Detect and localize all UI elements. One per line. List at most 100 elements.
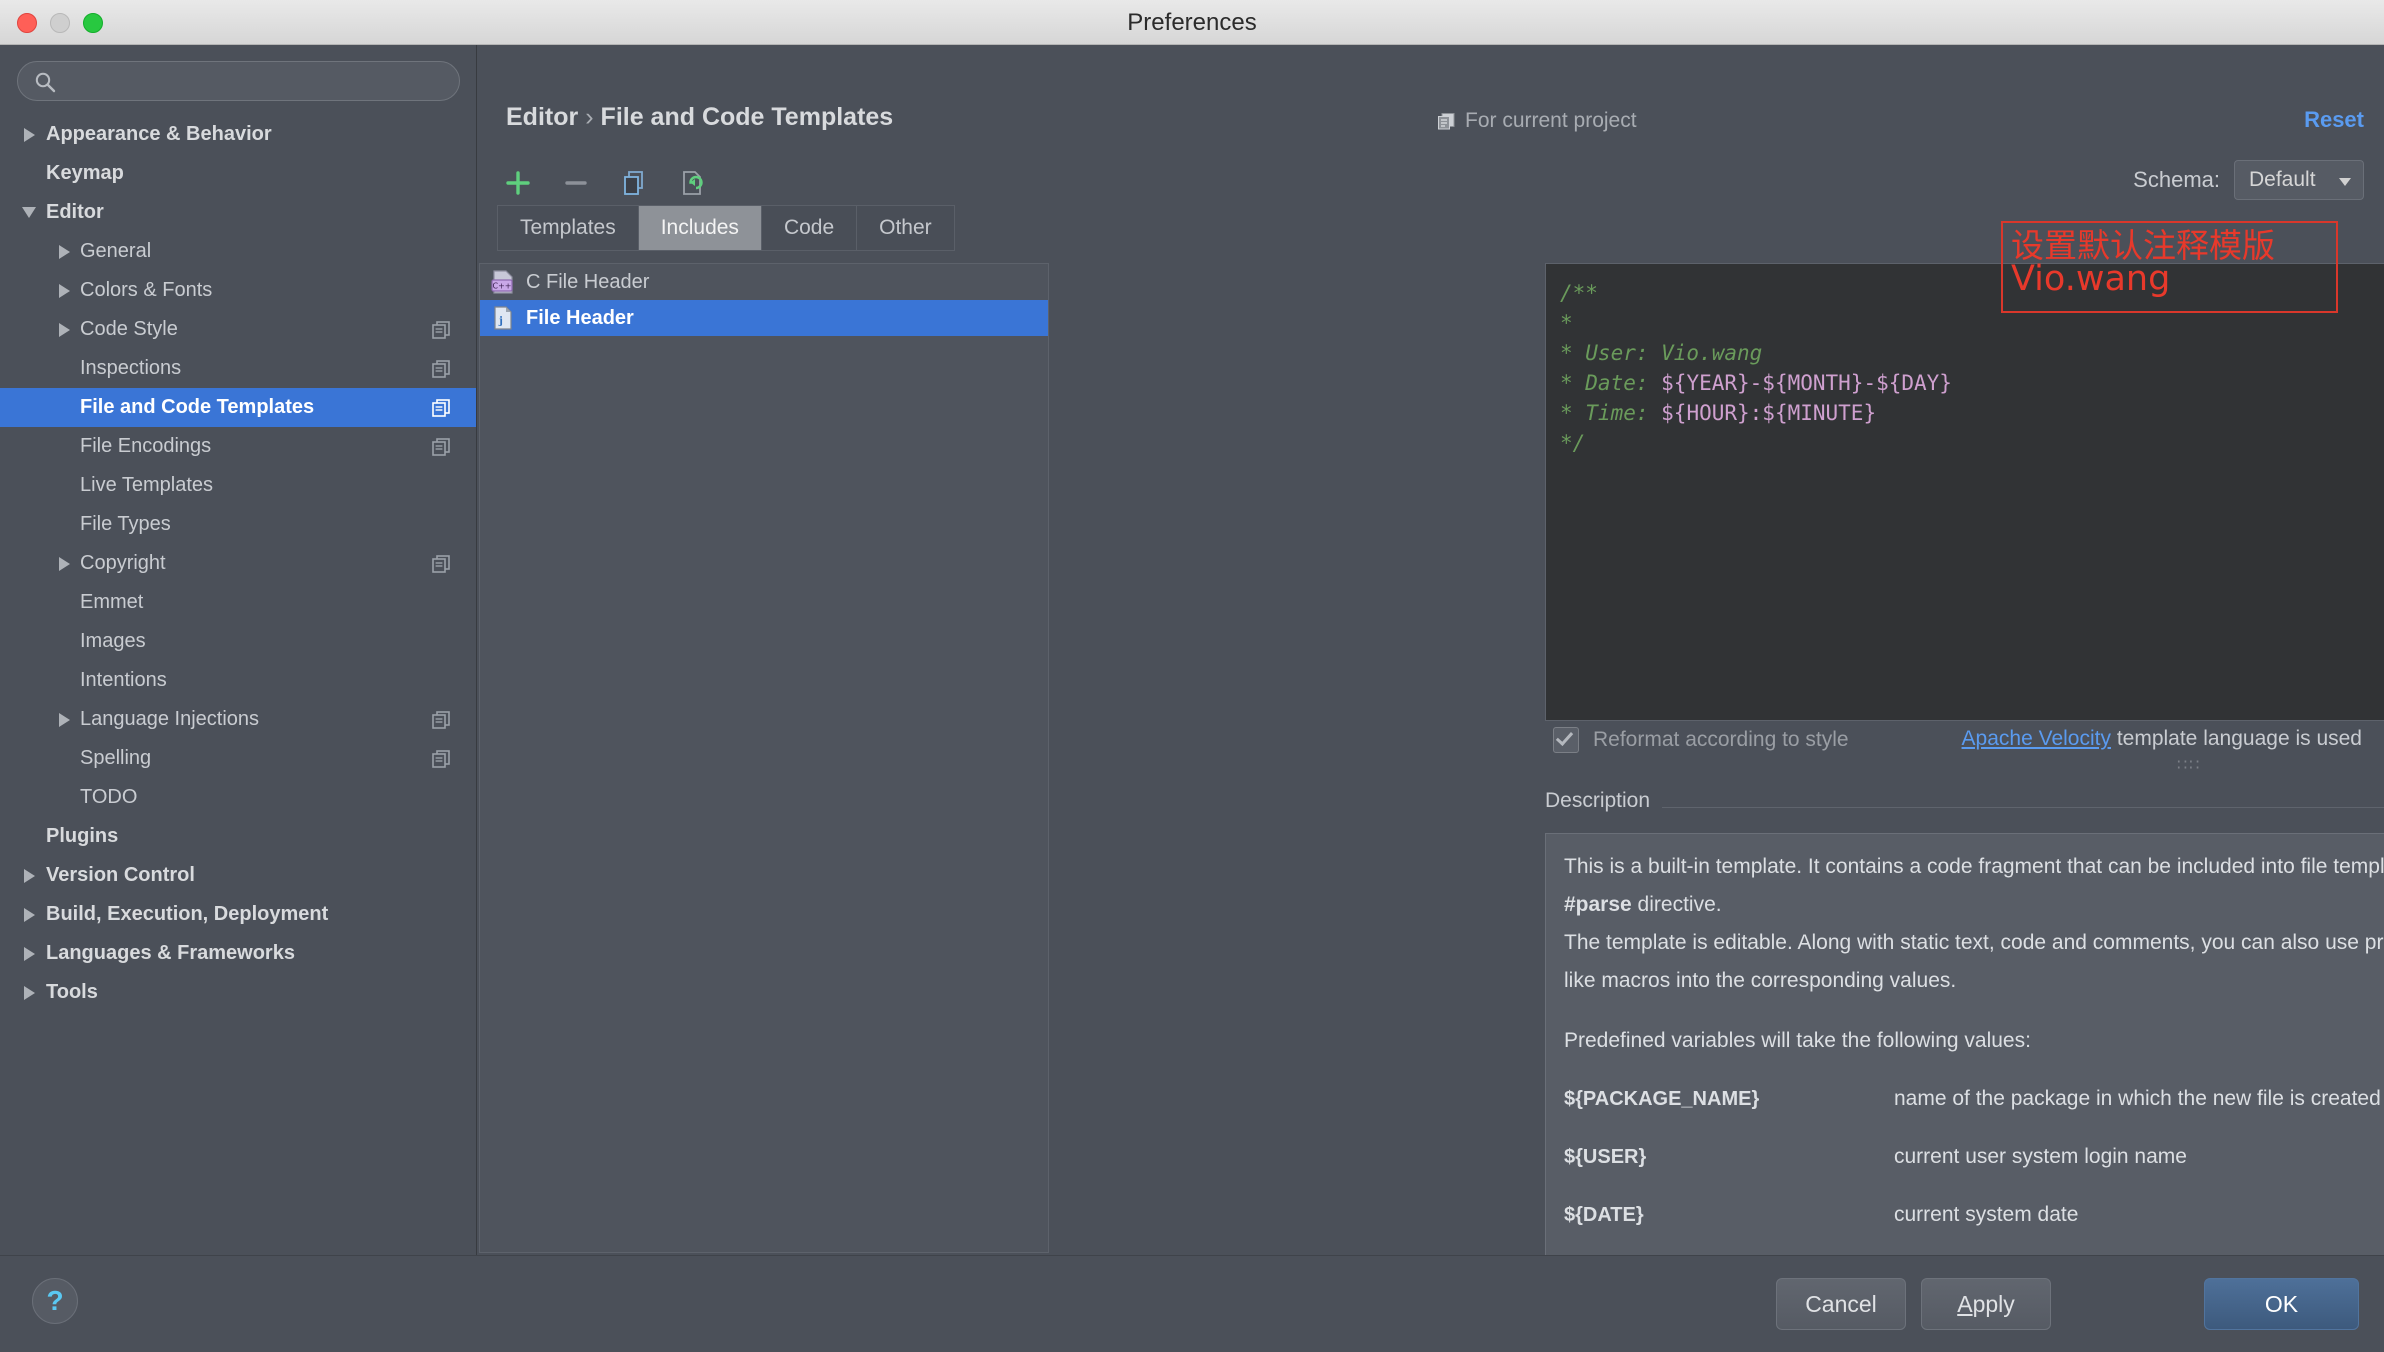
code-line: * User: Vio.wang (1560, 338, 1952, 368)
sidebar-item-label: Build, Execution, Deployment (46, 903, 329, 925)
sidebar-item-inspections[interactable]: Inspections (0, 349, 476, 388)
window-titlebar: Preferences (0, 0, 2384, 45)
sidebar-item-label: General (80, 240, 152, 262)
chevron-right-icon[interactable] (55, 232, 73, 271)
scope-badge-icon (432, 750, 450, 768)
chevron-right-icon[interactable] (55, 310, 73, 349)
text-file-icon: j (494, 306, 512, 330)
settings-tree: Appearance & Behavior Keymap Editor General… (0, 115, 476, 1255)
tab-other[interactable]: Other (857, 205, 955, 251)
breadcrumb-leaf: File and Code Templates (600, 103, 894, 131)
sidebar-item-keymap[interactable]: Keymap (0, 154, 476, 193)
sidebar-item-appearance-behavior[interactable]: Appearance & Behavior (0, 115, 476, 154)
sidebar-item-language-injections[interactable]: Language Injections (0, 700, 476, 739)
chevron-right-icon[interactable] (20, 115, 38, 154)
search-box[interactable] (17, 61, 460, 101)
chevron-down-icon[interactable] (20, 193, 38, 232)
code-token: * Date: (1560, 371, 1662, 395)
sidebar-item-label: TODO (80, 786, 138, 808)
reset-link[interactable]: Reset (2304, 107, 2364, 133)
sidebar-item-colors-fonts[interactable]: Colors & Fonts (0, 271, 476, 310)
template-list-item[interactable]: j File Header (480, 300, 1048, 336)
chevron-right-icon[interactable] (55, 700, 73, 739)
reformat-label: Reformat according to style (1593, 728, 1849, 751)
sidebar-item-label: Emmet (80, 591, 144, 613)
ok-button[interactable]: OK (2204, 1278, 2359, 1330)
sidebar-item-file-encodings[interactable]: File Encodings (0, 427, 476, 466)
sidebar-item-spelling[interactable]: Spelling (0, 739, 476, 778)
sidebar-item-file-and-code-templates[interactable]: File and Code Templates (0, 388, 476, 427)
code-line: * (1560, 308, 1952, 338)
settings-detail-panel: Editor › File and Code Templates For curre… (477, 45, 2384, 1295)
sidebar-item-label: Plugins (46, 825, 119, 847)
sidebar-item-label: File Encodings (80, 435, 212, 457)
sidebar-item-todo[interactable]: TODO (0, 778, 476, 817)
chevron-right-icon[interactable] (55, 544, 73, 583)
code-line: /** (1560, 278, 1952, 308)
breadcrumb: Editor › File and Code Templates (506, 103, 893, 132)
breadcrumb-root[interactable]: Editor (506, 103, 578, 131)
chevron-right-icon[interactable] (20, 856, 38, 895)
sidebar-item-intentions[interactable]: Intentions (0, 661, 476, 700)
sidebar-item-live-templates[interactable]: Live Templates (0, 466, 476, 505)
sidebar-item-build-execution-deployment[interactable]: Build, Execution, Deployment (0, 895, 476, 934)
variable-name: ${USER} (1564, 1146, 1647, 1168)
description-divider (1545, 807, 2384, 808)
reformat-checkbox[interactable] (1553, 727, 1579, 753)
svg-text:C++: C++ (493, 282, 512, 291)
sidebar-item-languages-frameworks[interactable]: Languages & Frameworks (0, 934, 476, 973)
sidebar-item-plugins[interactable]: Plugins (0, 817, 476, 856)
cancel-button[interactable]: Cancel (1776, 1278, 1906, 1330)
splitter-handle[interactable]: ∷∷ (2177, 755, 2201, 775)
desc-p1-bold: #parse (1564, 893, 1632, 916)
code-line: * Time: ${HOUR}:${MINUTE} (1560, 398, 1952, 428)
template-list[interactable]: C++ C File Header j File Header (479, 263, 1049, 1253)
apply-button[interactable]: Apply (1921, 1278, 2051, 1330)
sidebar-item-label: File Types (80, 513, 171, 535)
sidebar-item-emmet[interactable]: Emmet (0, 583, 476, 622)
template-list-item[interactable]: C++ C File Header (480, 264, 1048, 300)
sidebar-item-images[interactable]: Images (0, 622, 476, 661)
sidebar-item-editor[interactable]: Editor (0, 193, 476, 232)
sidebar-item-file-types[interactable]: File Types (0, 505, 476, 544)
copy-icon (1438, 113, 1455, 130)
sidebar-item-label: Keymap (46, 162, 124, 184)
description-paragraph-1: This is a built-in template. It contains… (1564, 848, 2384, 924)
chevron-right-icon[interactable] (20, 895, 38, 934)
breadcrumb-separator: › (585, 103, 594, 131)
code-line: * Date: ${YEAR}-${MONTH}-${DAY} (1560, 368, 1952, 398)
help-button[interactable]: ? (32, 1278, 78, 1324)
sidebar-item-general[interactable]: General (0, 232, 476, 271)
chevron-right-icon[interactable] (20, 973, 38, 1012)
description-box: This is a built-in template. It contains… (1545, 833, 2384, 1295)
search-input[interactable] (64, 62, 454, 100)
chevron-right-icon[interactable] (20, 934, 38, 973)
template-code-editor[interactable]: /** * * User: Vio.wang * Date: ${YEAR}-${MO… (1545, 263, 2384, 721)
apache-velocity-link[interactable]: Apache Velocity (1962, 727, 2111, 750)
sidebar-item-code-style[interactable]: Code Style (0, 310, 476, 349)
description-paragraph-2: The template is editable. Along with sta… (1564, 931, 2384, 992)
variable-row: ${PACKAGE_NAME} name of the package in wh… (1564, 1080, 2384, 1118)
schema-dropdown[interactable]: Default (2234, 160, 2364, 200)
variable-description: current user system login name (1894, 1145, 2187, 1168)
desc-p1-c: directive. (1631, 893, 1722, 916)
reset-template-button[interactable] (671, 162, 713, 204)
window-title: Preferences (1127, 9, 1257, 36)
code-token: * (1560, 311, 1573, 335)
chevron-right-icon[interactable] (55, 271, 73, 310)
remove-template-button[interactable] (555, 162, 597, 204)
tab-includes[interactable]: Includes (638, 205, 762, 251)
variable-description: current system date (1894, 1203, 2079, 1226)
add-template-button[interactable] (497, 162, 539, 204)
sidebar-item-label: Editor (46, 201, 104, 223)
reformat-row[interactable]: Reformat according to style (1553, 727, 1849, 753)
velocity-note: Apache Velocity template language is use… (1962, 727, 2362, 751)
tab-templates[interactable]: Templates (497, 205, 639, 251)
sidebar-item-copyright[interactable]: Copyright (0, 544, 476, 583)
sidebar-item-version-control[interactable]: Version Control (0, 856, 476, 895)
sidebar-item-label: File and Code Templates (80, 396, 315, 418)
tab-code[interactable]: Code (761, 205, 858, 251)
copy-template-button[interactable] (613, 162, 655, 204)
schema-row: Schema: Default (2133, 160, 2364, 200)
sidebar-item-tools[interactable]: Tools (0, 973, 476, 1012)
